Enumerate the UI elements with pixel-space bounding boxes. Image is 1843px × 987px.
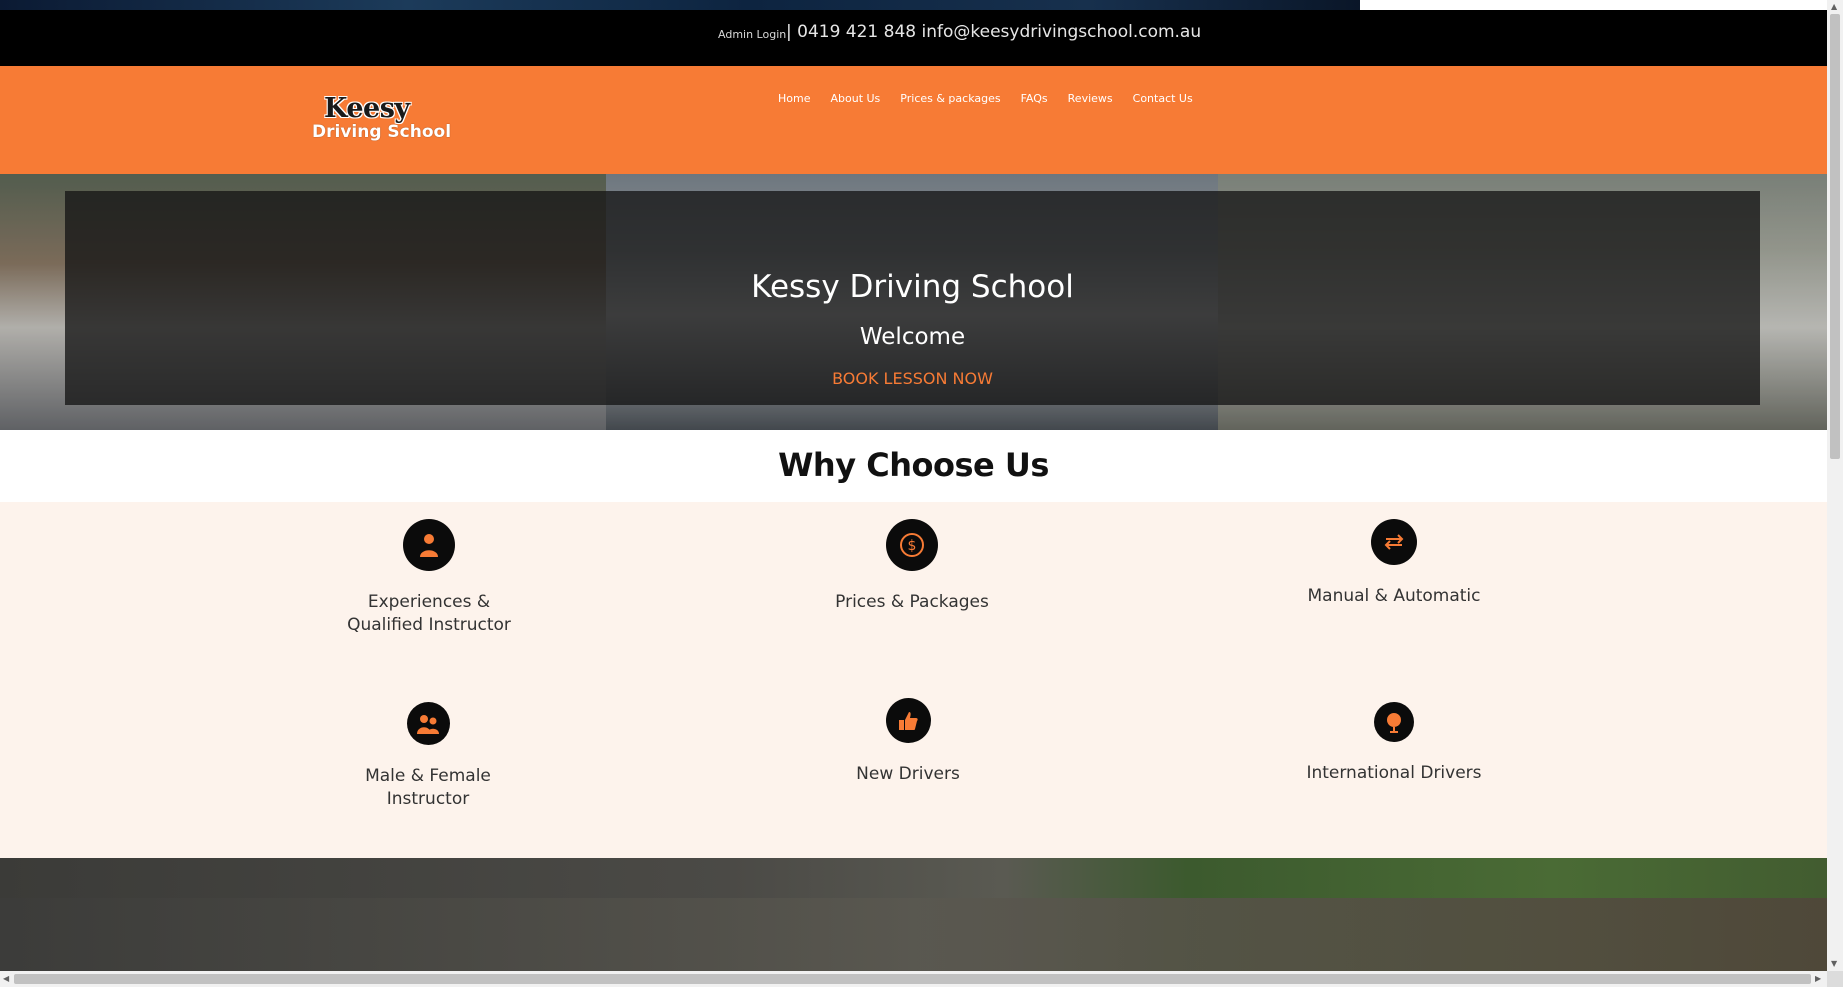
feature-label: New Drivers bbox=[856, 764, 960, 784]
site-logo[interactable]: Keesy Driving School bbox=[312, 93, 452, 143]
feature-label: Prices & Packages bbox=[835, 592, 989, 612]
logo-tagline: Driving School bbox=[312, 122, 452, 142]
vertical-scroll-thumb[interactable] bbox=[1830, 14, 1840, 459]
bottom-banner-photo bbox=[0, 858, 1827, 971]
feature-label: Male & Female Instructor bbox=[365, 766, 491, 809]
horizontal-scrollbar[interactable]: ◀ ▶ bbox=[0, 971, 1827, 987]
starfield-banner-strip bbox=[0, 0, 1360, 10]
nav-faqs[interactable]: FAQs bbox=[1021, 92, 1048, 105]
top-contact-bar: Admin Login | 0419 421 848 info@keesydri… bbox=[0, 10, 1827, 66]
nav-prices-packages[interactable]: Prices & packages bbox=[900, 92, 1000, 105]
feature-manual-automatic: Manual & Automatic bbox=[1294, 519, 1494, 608]
globe-icon bbox=[1374, 702, 1414, 742]
feature-international-drivers: International Drivers bbox=[1294, 702, 1494, 785]
scroll-left-icon[interactable]: ◀ bbox=[3, 974, 9, 983]
nav-home[interactable]: Home bbox=[778, 92, 810, 105]
why-choose-us-heading: Why Choose Us bbox=[778, 446, 1049, 484]
dollar-icon: $ bbox=[886, 519, 938, 571]
nav-about-us[interactable]: About Us bbox=[830, 92, 880, 105]
main-nav: Home About Us Prices & packages FAQs Rev… bbox=[778, 92, 1193, 105]
vertical-scrollbar[interactable]: ▲ ▼ bbox=[1827, 0, 1843, 971]
feature-male-female-instructor: Male & Female Instructor bbox=[328, 702, 528, 811]
nav-contact-us[interactable]: Contact Us bbox=[1133, 92, 1193, 105]
scroll-up-icon[interactable]: ▲ bbox=[1831, 2, 1837, 11]
hero-subtitle: Welcome bbox=[859, 324, 966, 350]
feature-label: Manual & Automatic bbox=[1307, 586, 1481, 606]
contact-info: | 0419 421 848 info@keesydrivingschool.c… bbox=[786, 22, 1202, 42]
admin-login-link[interactable]: Admin Login bbox=[718, 28, 786, 41]
scroll-right-icon[interactable]: ▶ bbox=[1815, 974, 1821, 983]
scrollbar-corner bbox=[1827, 971, 1843, 987]
feature-new-drivers: New Drivers bbox=[808, 698, 1008, 786]
svg-text:$: $ bbox=[908, 538, 917, 554]
logo-wordmark: Keesy bbox=[324, 93, 410, 124]
feature-label: Experiences & Qualified Instructor bbox=[347, 592, 511, 635]
people-icon bbox=[406, 702, 450, 745]
features-section: Experiences & Qualified Instructor $ Pri… bbox=[0, 502, 1827, 858]
feature-experienced-instructor: Experiences & Qualified Instructor bbox=[329, 519, 529, 637]
feature-label: International Drivers bbox=[1306, 763, 1482, 783]
hero-caption-box: Kessy Driving School Welcome BOOK LESSON… bbox=[65, 191, 1760, 405]
browser-viewport: Admin Login | 0419 421 848 info@keesydri… bbox=[0, 0, 1827, 971]
book-lesson-button[interactable]: BOOK LESSON NOW bbox=[65, 369, 1760, 388]
hero-title: Kessy Driving School bbox=[751, 269, 1074, 305]
person-icon bbox=[403, 519, 455, 571]
thumbs-up-icon bbox=[885, 698, 931, 743]
scroll-down-icon[interactable]: ▼ bbox=[1831, 959, 1837, 968]
hero-banner: Kessy Driving School Welcome BOOK LESSON… bbox=[0, 174, 1827, 430]
nav-reviews[interactable]: Reviews bbox=[1068, 92, 1113, 105]
transmission-arrows-icon bbox=[1371, 519, 1417, 565]
horizontal-scroll-thumb[interactable] bbox=[14, 974, 1811, 984]
feature-prices-packages: $ Prices & Packages bbox=[812, 519, 1012, 614]
main-header: Keesy Driving School Home About Us Price… bbox=[0, 66, 1827, 174]
